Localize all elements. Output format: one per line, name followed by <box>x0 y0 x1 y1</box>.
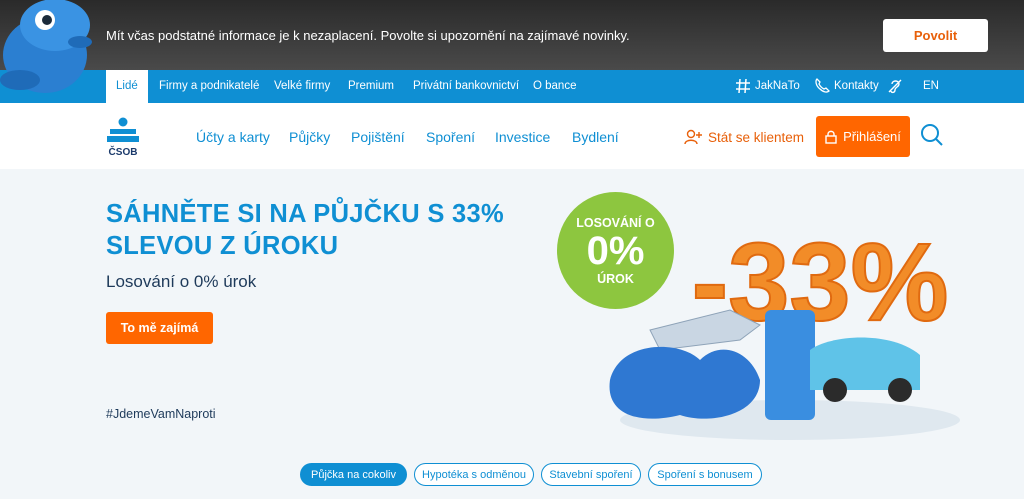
nav-bydleni[interactable]: Bydlení <box>572 129 619 145</box>
hero-title-line1: SÁHNĚTE SI NA PŮJČKU S 33% <box>106 200 504 228</box>
pill-stavebni-sporeni[interactable]: Stavební spoření <box>541 463 641 486</box>
jaknato-link[interactable]: JakNaTo <box>735 70 800 103</box>
become-client-link[interactable]: Stát se klientem <box>684 129 804 145</box>
language-switch[interactable]: EN <box>923 70 939 103</box>
notification-text: Mít včas podstatné informace je k nezapl… <box>106 28 630 43</box>
logo-text: ČSOB <box>109 145 138 157</box>
contacts-link[interactable]: Kontakty <box>814 70 879 103</box>
pill-hypoteka-s-odmenou[interactable]: Hypotéka s odměnou <box>414 463 534 486</box>
nav-sporeni[interactable]: Spoření <box>426 129 475 145</box>
hero-title-line2: SLEVOU Z ÚROKU <box>106 232 339 260</box>
draw-badge: LOSOVÁNÍ O 0% ÚROK <box>557 192 674 309</box>
accessibility-link[interactable] <box>887 70 907 103</box>
badge-line3: ÚROK <box>597 271 634 286</box>
contacts-label: Kontakty <box>834 80 879 92</box>
add-user-icon <box>684 129 702 145</box>
hero-subtitle: Losování o 0% úrok <box>106 272 257 291</box>
nav-pujcky[interactable]: Půjčky <box>289 129 330 145</box>
badge-line1: LOSOVÁNÍ O <box>576 215 655 230</box>
nav-investice[interactable]: Investice <box>495 129 550 145</box>
become-client-label: Stát se klientem <box>708 129 805 145</box>
nav-ucty-a-karty[interactable]: Účty a karty <box>196 129 270 145</box>
phone-icon <box>815 78 830 93</box>
badge-line2: 0% <box>586 228 645 273</box>
jaknato-label: JakNaTo <box>755 80 800 92</box>
nav-pojisteni[interactable]: Pojištění <box>351 129 405 145</box>
csob-logo[interactable]: ČSOB <box>107 117 139 157</box>
hero-cta-button[interactable]: To mě zajímá <box>106 312 213 344</box>
lock-icon <box>825 130 837 144</box>
pill-pujcka-na-cokoliv[interactable]: Půjčka na cokoliv <box>300 463 407 486</box>
pill-sporeni-s-bonusem[interactable]: Spoření s bonusem <box>648 463 762 486</box>
segment-tab-lide[interactable]: Lidé <box>106 70 148 103</box>
hero-title: SÁHNĚTE SI NA PŮJČKU S 33% SLEVOU Z ÚROK… <box>106 198 504 262</box>
login-label: Přihlášení <box>843 129 901 144</box>
segment-tab-firmy[interactable]: Firmy a podnikatelé <box>159 70 259 103</box>
segment-navbar: Lidé Firmy a podnikatelé Velké firmy Pre… <box>0 70 1024 103</box>
segment-tab-o-bance[interactable]: O bance <box>533 70 576 103</box>
search-icon[interactable] <box>920 123 944 147</box>
login-button[interactable]: Přihlášení <box>816 116 910 157</box>
hearing-accessibility-icon <box>888 79 902 94</box>
segment-tab-privatni[interactable]: Privátní bankovnictví <box>413 70 519 103</box>
segment-tab-velke-firmy[interactable]: Velké firmy <box>274 70 330 103</box>
allow-notifications-button[interactable]: Povolit <box>883 19 988 52</box>
hashtag-icon <box>736 78 750 94</box>
notification-bar: Mít včas podstatné informace je k nezapl… <box>0 0 1024 70</box>
main-header: ČSOB Účty a karty Půjčky Pojištění Spoře… <box>0 103 1024 169</box>
hashtag-text: #JdemeVamNaproti <box>106 407 216 421</box>
mascot-chameleon-image <box>0 0 92 93</box>
segment-tab-premium[interactable]: Premium <box>348 70 394 103</box>
